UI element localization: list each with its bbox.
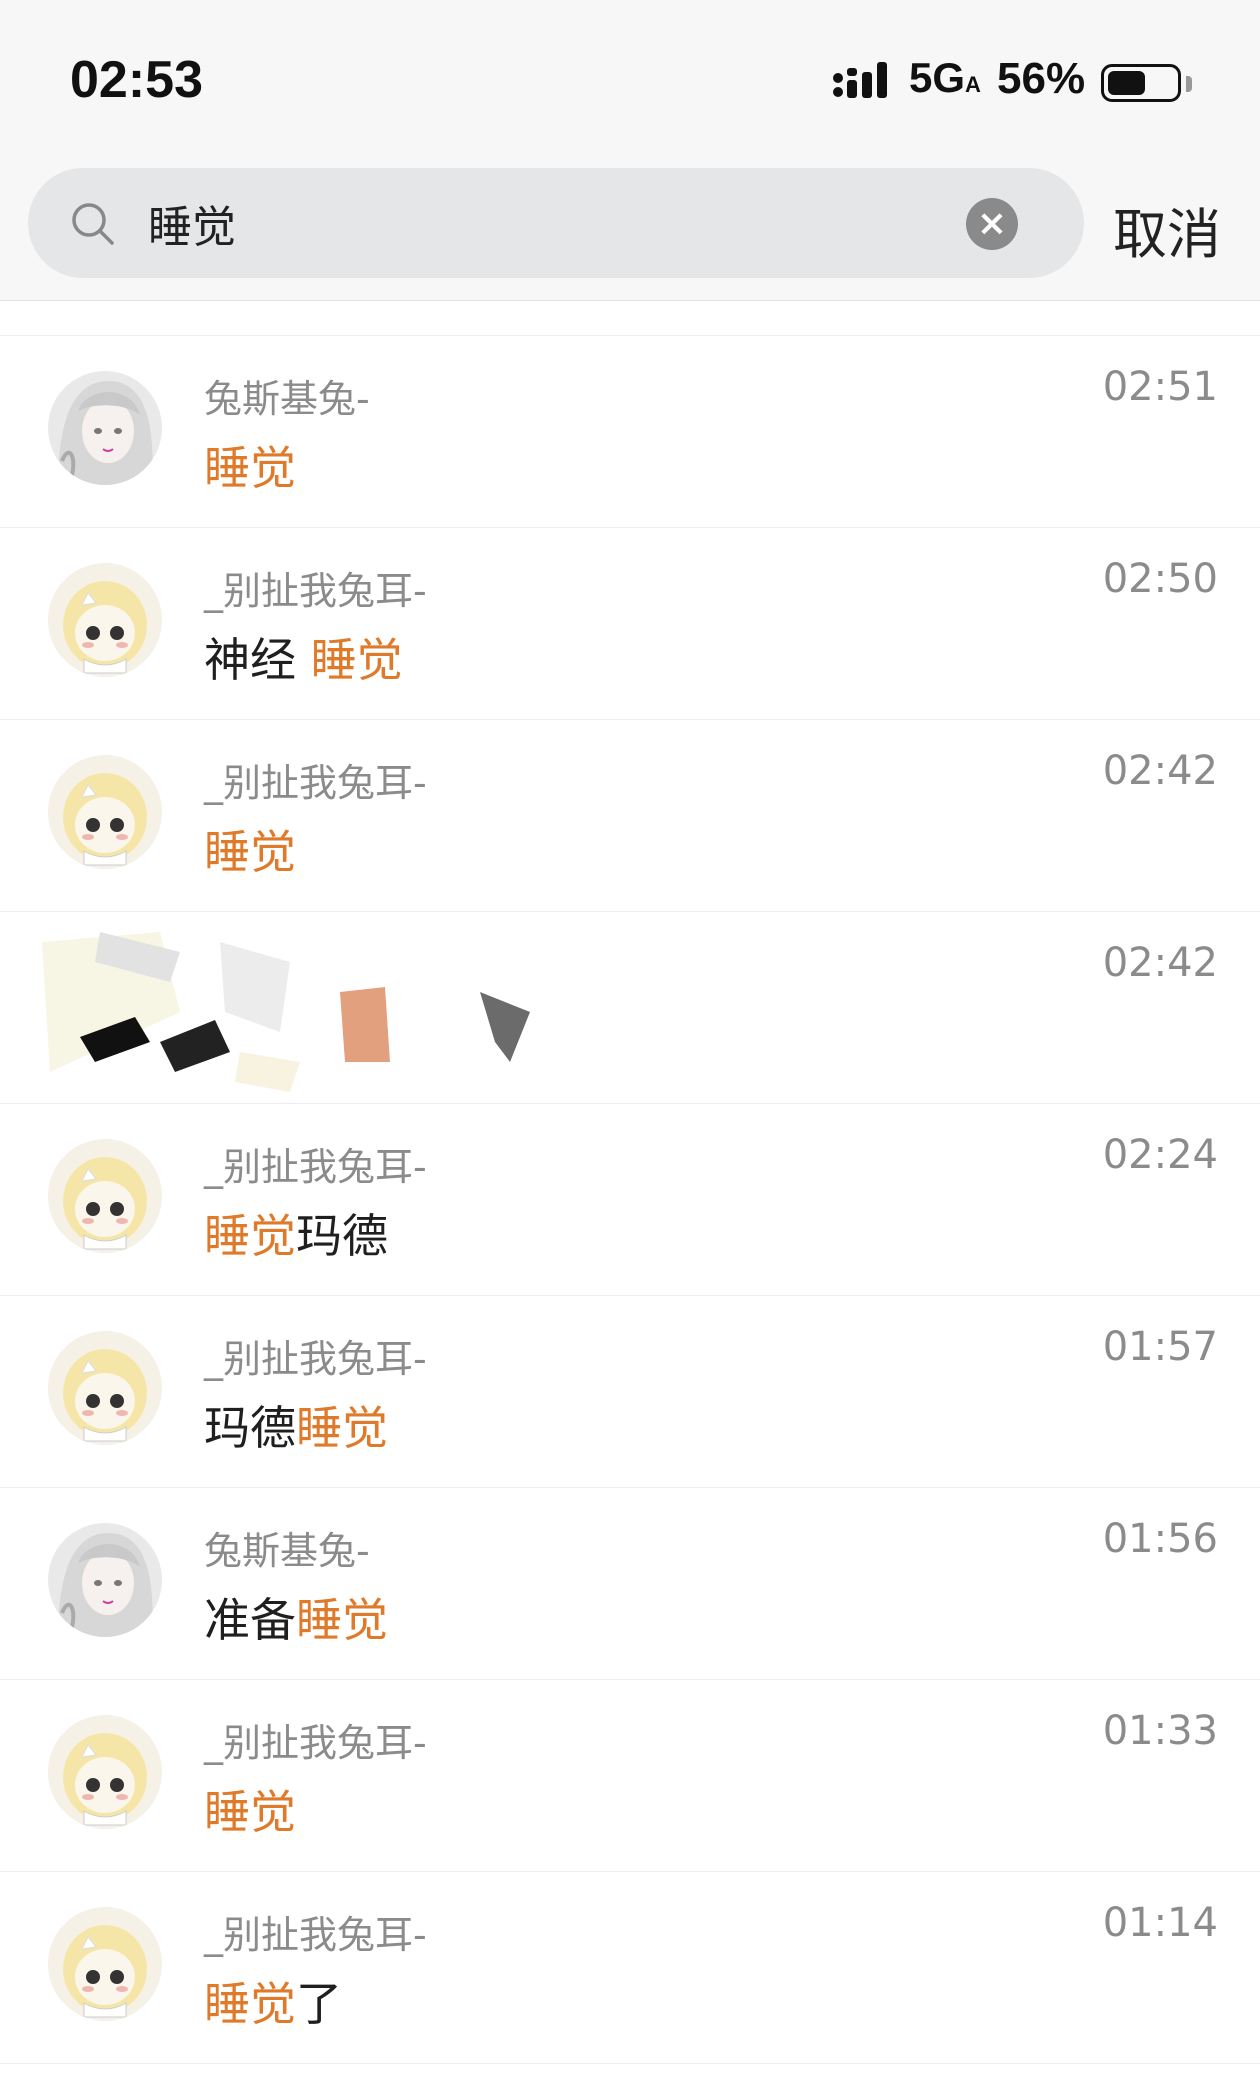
search-results-list: 兔斯基兔- 睡觉 02:51 _别扯我兔耳- 神经 睡觉 02:50 _别扯我兔耳- 睡觉…: [0, 335, 1260, 2064]
battery-tip: [1186, 76, 1192, 92]
message-text: 睡觉玛德: [204, 1200, 388, 1266]
message-text-part: 准备: [204, 1593, 296, 1647]
message-text: 睡觉了: [204, 1968, 342, 2034]
yellow-chibi-avatar: [48, 755, 162, 869]
result-row[interactable]: 兔斯基兔- 睡觉 02:51: [0, 336, 1260, 528]
status-bar: 02:53 5GA 56%: [0, 0, 1260, 150]
message-highlight: 睡觉: [296, 1401, 388, 1455]
message-time: 02:24: [1102, 1132, 1218, 1178]
yellow-chibi-avatar: [48, 1139, 162, 1253]
message-text-part: 玛德: [204, 1401, 296, 1455]
message-time: 02:42: [1102, 748, 1218, 794]
message-text: 准备睡觉: [204, 1584, 388, 1650]
message-text: 玛德睡觉: [204, 1392, 388, 1458]
cancel-button[interactable]: 取消: [1113, 190, 1221, 269]
result-row[interactable]: 02:42: [0, 912, 1260, 1104]
message-text: 睡觉: [204, 432, 296, 498]
yellow-chibi-avatar: [48, 1907, 162, 2021]
message-time: 01:14: [1102, 1900, 1218, 1946]
message-text: 神经 睡觉: [204, 624, 403, 690]
message-text-part: 玛德: [296, 1209, 388, 1263]
message-highlight: 睡觉: [204, 441, 296, 495]
search-bar[interactable]: ×: [28, 168, 1084, 278]
anime-girl-avatar: [48, 1523, 162, 1637]
battery-icon: [1101, 64, 1181, 102]
yellow-chibi-avatar: [48, 563, 162, 677]
message-time: 02:50: [1102, 556, 1218, 602]
result-row[interactable]: _别扯我兔耳- 神经 睡觉 02:50: [0, 528, 1260, 720]
sender-name: _别扯我兔耳-: [204, 761, 427, 805]
message-highlight: 睡觉: [204, 1785, 296, 1839]
message-highlight: 睡觉: [310, 633, 403, 687]
clear-icon[interactable]: ×: [966, 198, 1018, 250]
network-type: 5GA: [909, 54, 981, 101]
message-highlight: 睡觉: [204, 825, 296, 879]
message-time: 01:57: [1102, 1324, 1218, 1370]
result-row[interactable]: _别扯我兔耳- 睡觉 02:42: [0, 720, 1260, 912]
redacted-scribble: [42, 932, 530, 1092]
result-row[interactable]: _别扯我兔耳- 玛德睡觉 01:57: [0, 1296, 1260, 1488]
message-highlight: 睡觉: [296, 1593, 388, 1647]
message-time: 02:51: [1102, 364, 1218, 410]
result-row[interactable]: _别扯我兔耳- 睡觉玛德 02:24: [0, 1104, 1260, 1296]
search-input[interactable]: [148, 186, 968, 260]
sender-name: _别扯我兔耳-: [204, 1145, 427, 1189]
status-time: 02:53: [70, 51, 203, 109]
sender-name: 兔斯基兔-: [204, 1529, 370, 1573]
signal-icon: [833, 62, 887, 98]
search-icon: [72, 203, 114, 245]
message-text-part: 神经: [204, 633, 311, 687]
message-time: 01:56: [1102, 1516, 1218, 1562]
sender-name: _别扯我兔耳-: [204, 1913, 427, 1957]
result-row[interactable]: _别扯我兔耳- 睡觉了 01:14: [0, 1872, 1260, 2064]
message-highlight: 睡觉: [204, 1977, 296, 2031]
sender-name: _别扯我兔耳-: [204, 1721, 427, 1765]
anime-girl-avatar: [48, 371, 162, 485]
message-text: 睡觉: [204, 1776, 296, 1842]
message-text-part: 了: [296, 1977, 342, 2031]
sender-name: 兔斯基兔-: [204, 377, 370, 421]
message-time: 01:33: [1102, 1708, 1218, 1754]
top-bar: 02:53 5GA 56% × 取消: [0, 0, 1260, 301]
message-highlight: 睡觉: [204, 1209, 296, 1263]
battery-percent: 56%: [997, 54, 1086, 103]
sender-name: _别扯我兔耳-: [204, 1337, 427, 1381]
yellow-chibi-avatar: [48, 1715, 162, 1829]
result-row[interactable]: 兔斯基兔- 准备睡觉 01:56: [0, 1488, 1260, 1680]
message-text: 睡觉: [204, 816, 296, 882]
yellow-chibi-avatar: [48, 1331, 162, 1445]
message-time: 02:42: [1102, 940, 1218, 986]
result-row[interactable]: _别扯我兔耳- 睡觉 01:33: [0, 1680, 1260, 1872]
sender-name: _别扯我兔耳-: [204, 569, 427, 613]
